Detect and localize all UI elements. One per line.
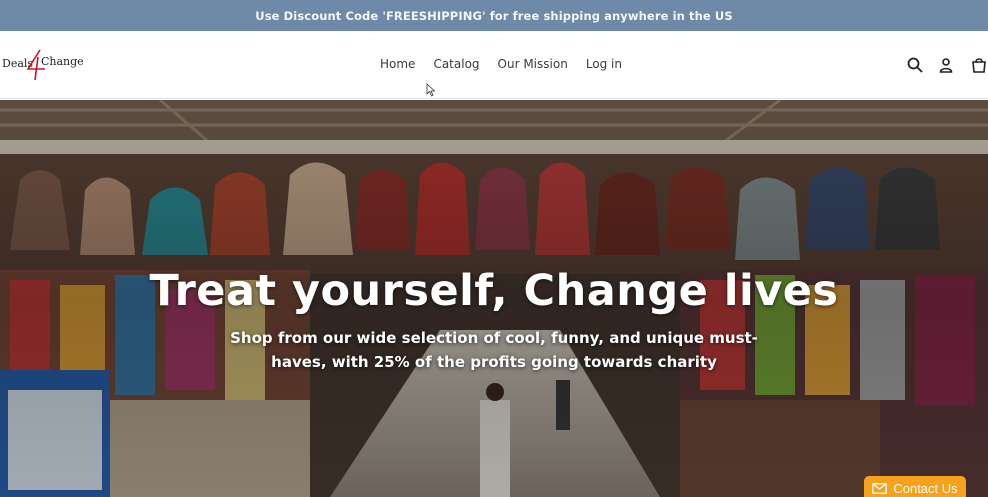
hero-title: Treat yourself, Change lives [149,266,839,316]
contact-us-button[interactable]: Contact Us [864,476,966,497]
logo-word-change: Change [41,55,84,68]
search-icon[interactable] [906,56,924,74]
nav-our-mission[interactable]: Our Mission [498,57,568,71]
announcement-bar: Use Discount Code 'FREESHIPPING' for fre… [0,0,988,31]
nav-catalog[interactable]: Catalog [433,57,479,71]
account-icon[interactable] [937,56,955,74]
nav-home[interactable]: Home [380,57,415,71]
contact-us-label: Contact Us [893,480,958,496]
announcement-text: Use Discount Code 'FREESHIPPING' for fre… [255,8,733,23]
main-nav: Home Catalog Our Mission Log in [380,57,640,71]
nav-log-in[interactable]: Log in [586,57,622,71]
mail-icon [872,482,888,494]
hero-subtitle: Shop from our wide selection of cool, fu… [230,329,758,371]
site-header: Deals Change Home Catalog Our Mission Lo… [0,31,988,99]
mouse-cursor-icon [426,83,436,97]
cart-icon[interactable] [970,56,988,74]
site-logo[interactable]: Deals Change [2,49,84,81]
hero-banner: Treat yourself, Change lives Shop from o… [0,100,988,497]
